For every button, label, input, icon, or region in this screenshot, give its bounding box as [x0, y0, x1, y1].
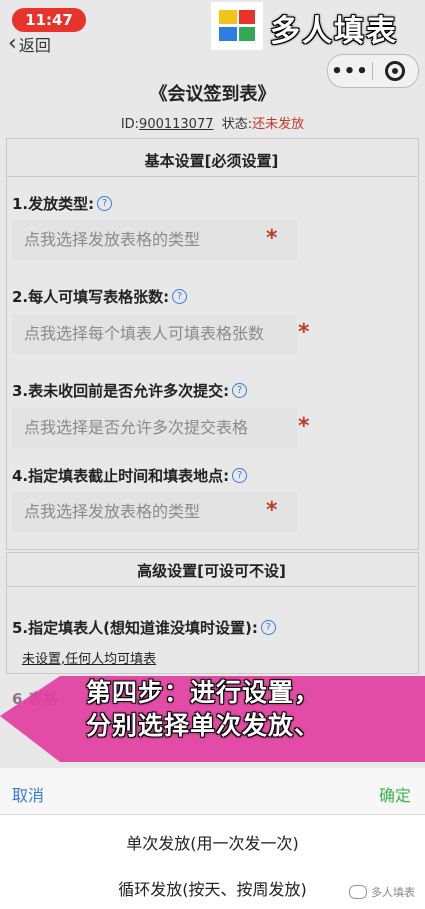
confirm-button[interactable]: 确定 [379, 782, 411, 806]
picker-toolbar: 取消 确定 [0, 768, 425, 815]
field-1-input[interactable]: 点我选择发放表格的类型 [12, 220, 297, 260]
id-label: ID: [120, 117, 140, 132]
field-5-value-link[interactable]: 未设置,任何人均可填表 [22, 648, 156, 667]
field-4-label: 4.指定填表截止时间和填表地点:? [12, 465, 248, 486]
picker-option-single[interactable]: 单次发放(用一次发一次) [0, 830, 425, 854]
advanced-settings-heading: 高级设置[可设可不设] [137, 562, 286, 580]
status-time: 11:47 [12, 8, 86, 32]
required-mark: * [266, 498, 278, 523]
help-icon[interactable]: ? [172, 289, 188, 304]
status-label: 状态: [221, 117, 253, 132]
tutorial-banner-text: 第四步：进行设置， 分别选择单次发放、 [86, 676, 320, 742]
required-mark: * [266, 226, 278, 251]
field-3-label: 3.表未收回前是否允许多次提交:? [12, 380, 248, 401]
close-target-icon[interactable] [373, 61, 417, 81]
wechat-icon [349, 885, 367, 899]
id-status-line: ID:900113077 状态:还未发放 [0, 113, 425, 132]
field-3-input[interactable]: 点我选择是否允许多次提交表格 [12, 408, 297, 448]
help-icon[interactable]: ? [260, 620, 276, 635]
basic-settings-heading: 基本设置[必须设置] [144, 152, 279, 170]
help-icon[interactable]: ? [97, 196, 113, 211]
chevron-left-icon: ‹ [8, 31, 17, 56]
id-value[interactable]: 900113077 [139, 117, 213, 132]
field-4-input[interactable]: 点我选择发放表格的类型 [12, 492, 297, 532]
required-mark: * [298, 414, 310, 439]
more-icon[interactable]: ••• [328, 61, 372, 82]
page-title: 《会议签到表》 [149, 84, 276, 105]
field-5-label: 5.指定填表人(想知道谁没填时设置):? [12, 617, 276, 638]
help-icon[interactable]: ? [232, 383, 248, 398]
brand-logo [211, 2, 263, 50]
back-label: 返回 [18, 36, 51, 55]
status-value: 还未发放 [252, 117, 305, 132]
field-2-label: 2.每人可填写表格张数:? [12, 286, 188, 307]
banner-line-1: 第四步：进行设置， [86, 678, 321, 707]
help-icon[interactable]: ? [232, 468, 248, 483]
watermark-text: 多人填表 [371, 886, 415, 899]
field-2-input[interactable]: 点我选择每个填表人可填表格张数 [12, 314, 297, 354]
cancel-button[interactable]: 取消 [12, 782, 44, 806]
back-button[interactable]: ‹ 返回 [8, 32, 51, 56]
required-mark: * [298, 320, 310, 345]
field-1-label: 1.发放类型:? [12, 193, 113, 214]
watermark: 多人填表 [349, 884, 415, 900]
brand-name: 多人填表 [270, 14, 398, 49]
banner-line-2: 分别选择单次发放、 [86, 711, 321, 740]
